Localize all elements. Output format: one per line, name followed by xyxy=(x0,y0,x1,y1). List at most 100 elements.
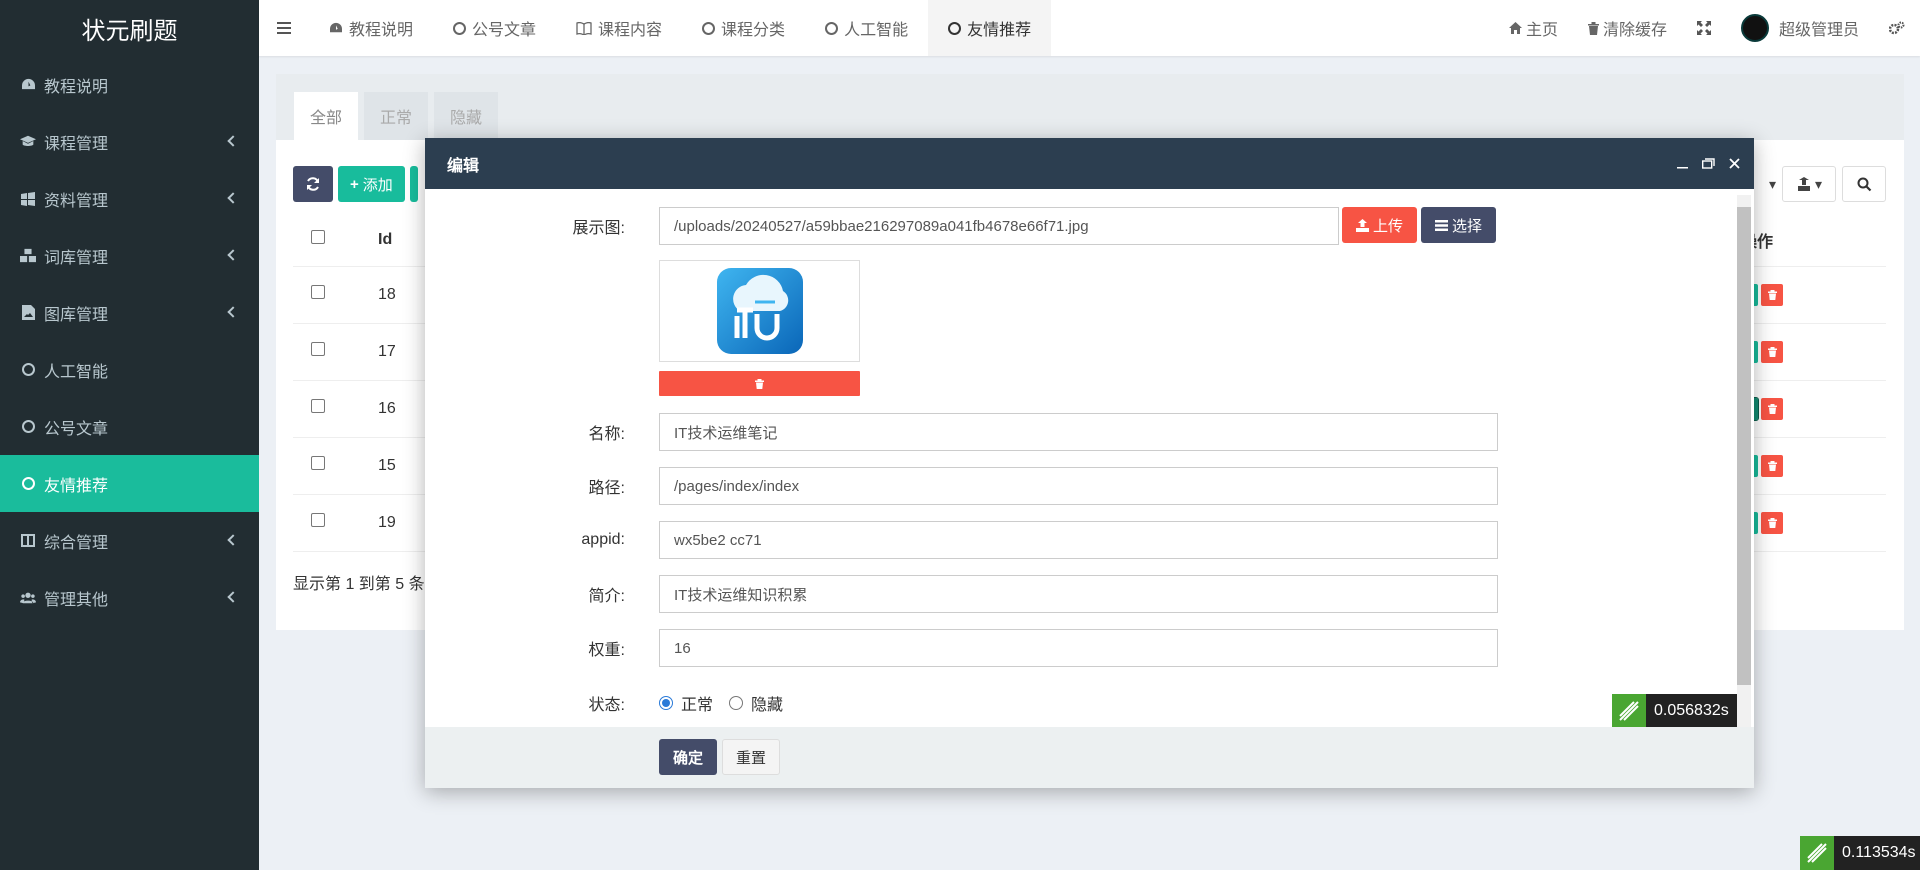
path-label: 路径: xyxy=(588,480,625,497)
refresh-button[interactable] xyxy=(293,166,333,202)
modal-body: 展示图: /uploads/20240527/a59bbae216297089a… xyxy=(425,189,1754,727)
status-hidden-label[interactable]: 隐藏 xyxy=(751,691,783,715)
edit-button-partial[interactable] xyxy=(409,166,418,202)
scrollbar-thumb[interactable] xyxy=(1737,207,1751,685)
select-all-checkbox[interactable] xyxy=(311,230,325,245)
modal-header: 编辑 xyxy=(425,138,1754,189)
path-input[interactable]: /pages/index/index xyxy=(659,467,1498,505)
table-right-tools: ▾ ▾ xyxy=(1734,166,1886,202)
row-checkbox[interactable] xyxy=(311,285,325,299)
remove-image-button[interactable] xyxy=(659,371,860,396)
row-checkbox[interactable] xyxy=(311,513,325,527)
export-dropdown[interactable]: ▾ xyxy=(1782,166,1836,202)
fullscreen-button[interactable] xyxy=(1682,21,1726,35)
image-preview[interactable] xyxy=(659,260,860,362)
status-normal-radio[interactable] xyxy=(659,696,673,710)
intro-input[interactable]: IT技术运维知识积累 xyxy=(659,575,1498,613)
name-input[interactable]: IT技术运维笔记 xyxy=(659,413,1498,451)
modal-debug-timer[interactable]: 0.056832s xyxy=(1612,694,1737,727)
tab-course-category[interactable]: 课程分类 xyxy=(682,0,805,56)
sidebar-item-materials[interactable]: 资料管理 xyxy=(0,170,259,227)
sidebar-item-label: 友情推荐 xyxy=(44,477,109,495)
dashboard-icon xyxy=(20,77,36,93)
windows-icon xyxy=(20,191,36,207)
sidebar-item-general[interactable]: 综合管理 xyxy=(0,512,259,569)
filter-tab-hidden[interactable]: 隐藏 xyxy=(434,92,499,140)
delete-button[interactable] xyxy=(1761,340,1783,363)
tab-friend-links[interactable]: 友情推荐 xyxy=(928,0,1052,56)
page-debug-timer[interactable]: 0.113534s xyxy=(1800,836,1920,870)
circle-o-icon xyxy=(20,419,36,435)
table-toolbar: + 添加 xyxy=(293,166,423,202)
sidebar-item-label: 图库管理 xyxy=(44,306,109,324)
status-hidden-radio[interactable] xyxy=(729,696,744,710)
tab-course-content[interactable]: 课程内容 xyxy=(556,0,682,56)
image-path-input[interactable]: /uploads/20240527/a59bbae216297089a041fb… xyxy=(659,207,1339,245)
sidebar-item-ai[interactable]: 人工智能 xyxy=(0,341,259,398)
sidebar-item-label: 词库管理 xyxy=(44,249,109,267)
minimize-icon[interactable] xyxy=(1677,158,1688,169)
row-checkbox[interactable] xyxy=(311,456,325,470)
confirm-button[interactable]: 确定 xyxy=(659,739,718,775)
modal-footer: 确定 重置 xyxy=(425,727,1754,788)
status-normal-label[interactable]: 正常 xyxy=(681,691,713,715)
app-brand[interactable]: 状元刷题 xyxy=(0,0,259,56)
chevron-left-icon xyxy=(227,249,239,261)
tab-tutorial[interactable]: 教程说明 xyxy=(309,0,433,56)
delete-button[interactable] xyxy=(1761,454,1783,477)
filter-tabs: 全部 正常 隐藏 xyxy=(276,74,1904,140)
delete-button[interactable] xyxy=(1761,397,1783,420)
upload-button[interactable]: 上传 xyxy=(1342,207,1418,243)
clear-cache-button[interactable]: 清除缓存 xyxy=(1573,16,1682,40)
weight-input[interactable]: 16 xyxy=(659,629,1498,667)
add-button[interactable]: + 添加 xyxy=(338,166,405,202)
filter-tab-normal[interactable]: 正常 xyxy=(364,92,429,140)
top-header: 教程说明 公号文章 课程内容 课程分类 人工智能 友情推荐 主页 清除缓存 超级… xyxy=(259,0,1920,56)
appid-input[interactable]: wx5be2 cc71 xyxy=(659,521,1498,559)
search-button[interactable] xyxy=(1842,166,1886,202)
modal-scrollbar[interactable]: ▼ xyxy=(1737,195,1751,745)
columns-icon xyxy=(20,533,36,549)
maximize-icon[interactable] xyxy=(1702,158,1715,169)
tab-label: 课程内容 xyxy=(598,22,663,39)
plus-icon: + xyxy=(350,175,359,193)
reset-button[interactable]: 重置 xyxy=(722,739,781,775)
status-label: 状态: xyxy=(588,697,625,714)
leaf-icon xyxy=(1612,694,1646,727)
edit-modal: 编辑 展示图: /uploads/20240527/a59bbae2162970… xyxy=(425,138,1754,788)
sidebar-item-label: 资料管理 xyxy=(44,192,109,210)
close-icon[interactable] xyxy=(1729,158,1740,169)
row-checkbox[interactable] xyxy=(311,342,325,356)
home-link[interactable]: 主页 xyxy=(1494,16,1573,40)
sidebar-item-label: 管理其他 xyxy=(44,591,109,609)
sidebar-item-articles[interactable]: 公号文章 xyxy=(0,398,259,455)
select-button[interactable]: 选择 xyxy=(1421,207,1497,243)
add-label: 添加 xyxy=(362,176,393,194)
image-label: 展示图: xyxy=(572,220,625,237)
delete-button[interactable] xyxy=(1761,283,1783,306)
sidebar-menu: 教程说明 课程管理 资料管理 词库管理 图库管理 人工智能 公号文章 友情推荐 … xyxy=(0,56,259,626)
appid-value: wx5be2 cc71 xyxy=(674,531,762,549)
nav-tabs: 教程说明 公号文章 课程内容 课程分类 人工智能 友情推荐 xyxy=(309,0,1052,56)
row-checkbox[interactable] xyxy=(311,399,325,413)
form-row-weight: 权重: 16 xyxy=(425,629,1754,667)
tab-articles[interactable]: 公号文章 xyxy=(433,0,556,56)
sidebar-item-gallery[interactable]: 图库管理 xyxy=(0,284,259,341)
form-row-name: 名称: IT技术运维笔记 xyxy=(425,413,1754,451)
tab-label: 课程分类 xyxy=(721,22,786,39)
sidebar-item-lexicon[interactable]: 词库管理 xyxy=(0,227,259,284)
user-menu[interactable]: 超级管理员 xyxy=(1726,14,1874,42)
upload-icon xyxy=(1356,218,1369,232)
filter-tab-all[interactable]: 全部 xyxy=(294,92,359,140)
tab-ai[interactable]: 人工智能 xyxy=(805,0,928,56)
form-row-path: 路径: /pages/index/index xyxy=(425,467,1754,505)
it-notes-logo xyxy=(716,268,803,354)
sidebar-item-tutorial[interactable]: 教程说明 xyxy=(0,56,259,113)
delete-button[interactable] xyxy=(1761,511,1783,534)
settings-button[interactable] xyxy=(1874,21,1920,35)
menu-toggle-icon[interactable] xyxy=(259,0,309,56)
sidebar-item-courses[interactable]: 课程管理 xyxy=(0,113,259,170)
sidebar-item-friend-links[interactable]: 友情推荐 xyxy=(0,455,259,512)
appid-label: appid: xyxy=(581,531,625,548)
sidebar-item-other[interactable]: 管理其他 xyxy=(0,569,259,626)
